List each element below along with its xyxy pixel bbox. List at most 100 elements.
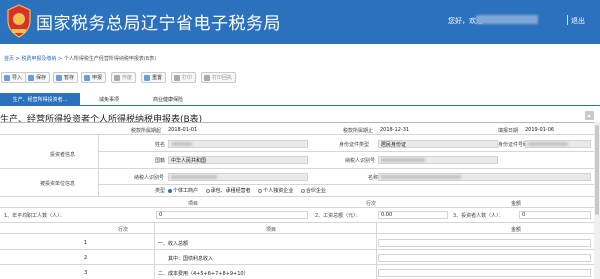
tab-health-insurance[interactable]: 商业健康保险	[140, 93, 196, 105]
table-row-no: 1	[84, 240, 88, 246]
declare-button[interactable]: 申报	[81, 72, 107, 83]
radio-type-1[interactable]	[205, 188, 210, 193]
col-amount-header: 金额	[511, 201, 522, 207]
unit-taxpayer-id-label: 纳税人识别号	[134, 175, 165, 181]
id-type-label: 身份证件类型	[339, 142, 370, 148]
grid-row-header: 行次	[118, 227, 129, 233]
investor-count-value: 0	[522, 212, 526, 218]
avg-employees-label: 1、年平均职工人数（人）：	[4, 213, 65, 219]
print-icon	[174, 74, 180, 81]
unit-taxpayer-id-redacted	[171, 175, 217, 179]
id-number-label: 身份证件号码	[498, 142, 529, 148]
name-label: 姓名	[155, 142, 166, 148]
app-header: 国家税务总局辽宁省电子税务局 您好，欢迎 退出	[0, 0, 600, 44]
reset-icon	[144, 74, 150, 81]
import-icon	[4, 74, 10, 81]
import-button[interactable]: 导入	[1, 72, 27, 83]
table-row-no: 3	[84, 270, 88, 276]
tab-bar: 生产、经营所得投资者... 减免事项 商业健康保险	[0, 93, 600, 106]
breadcrumb-sep: >	[15, 56, 20, 62]
breadcrumb-current: 个人所得税生产经营所得纳税申报表(B表)	[63, 56, 157, 62]
row-divider	[0, 233, 594, 234]
title-divider	[0, 122, 594, 123]
toolbar: 导入 保存 暂存 申报 作废 重置 打印 打印回执	[0, 70, 600, 86]
grid-amount-header: 金额	[511, 227, 522, 233]
row-divider	[0, 196, 594, 197]
site-title: 国家税务总局辽宁省电子税务局	[36, 14, 281, 34]
investor-count-field[interactable]	[519, 211, 591, 219]
logout-link[interactable]: 退出	[571, 16, 585, 26]
breadcrumb-level2[interactable]: 税费申报及缴纳	[21, 56, 56, 62]
col-divider	[154, 222, 155, 279]
row-divider	[0, 168, 594, 169]
period-start-label: 税款所属期起	[131, 128, 162, 134]
col-divider	[98, 168, 99, 196]
table-row-item: 二、成本费用（4+5+6+7+8+9+10）	[158, 271, 249, 277]
tab-exemptions[interactable]: 减免事项	[86, 93, 132, 105]
declare-icon	[84, 74, 90, 81]
row-divider	[0, 222, 594, 223]
nationality-value: 中华人民共和国	[171, 158, 207, 164]
invested-unit-label: 被投资单位信息	[40, 181, 76, 187]
save-icon	[28, 74, 34, 81]
taxpayer-id-redacted	[381, 158, 425, 162]
period-end-value: 2018-12-31	[380, 127, 410, 133]
tab-investor-declaration[interactable]: 生产、经营所得投资者...	[0, 93, 80, 105]
row-divider	[0, 134, 594, 135]
col-item-header: 项目	[188, 201, 199, 207]
unit-name-redacted	[381, 175, 461, 179]
period-end-label: 税款所属期止	[343, 128, 374, 134]
temp-save-icon	[56, 74, 62, 81]
void-button[interactable]: 作废	[111, 72, 137, 83]
tax-emblem-icon	[7, 4, 31, 38]
table-row-amount-field[interactable]	[378, 269, 591, 277]
table-row-item: 一、收入总额	[158, 241, 189, 247]
user-name-redacted	[476, 15, 538, 24]
radio-type-0[interactable]	[168, 188, 172, 193]
form-title: 生产、经营所得投资者个人所得税纳税申报表(B表)	[0, 115, 203, 125]
breadcrumb-home[interactable]: 首页	[4, 56, 14, 62]
save-button[interactable]: 保存	[25, 72, 51, 83]
nationality-label: 国籍	[155, 158, 166, 164]
type-radio-group: 个体工商户 承包、承租经营者 个人独资企业 合伙企业	[168, 187, 326, 194]
name-redacted	[172, 142, 192, 146]
id-type-value: 居民身份证	[381, 142, 407, 148]
row-divider	[0, 264, 594, 265]
table-row-amount-field[interactable]	[378, 239, 591, 247]
period-start-value: 2018-01-01	[168, 127, 198, 133]
investor-count-label: 3、投资者人数（人）：	[453, 213, 504, 219]
row-divider	[99, 151, 594, 152]
table-row-no: 2	[84, 255, 88, 261]
row-divider	[99, 184, 594, 185]
col-row-header: 行次	[366, 201, 377, 207]
fill-date-label: 填报日期	[498, 128, 519, 134]
scrollbar-thumb[interactable]	[595, 125, 599, 215]
avg-employees-field[interactable]	[156, 211, 308, 219]
breadcrumb-sep: >	[58, 56, 63, 62]
reset-button[interactable]: 重置	[141, 72, 167, 83]
id-number-redacted	[528, 142, 568, 146]
total-wages-value: 0.00	[381, 212, 393, 218]
fill-date-value: 2019-01-06	[525, 127, 555, 133]
row-divider	[0, 207, 594, 208]
void-icon	[114, 74, 120, 81]
unit-name-label: 名称	[368, 175, 379, 181]
taxpayer-id-label: 纳税人识别号	[345, 158, 376, 164]
investor-info-label: 投资者信息	[50, 152, 76, 158]
temp-save-button[interactable]: 暂存	[53, 72, 79, 83]
print-button[interactable]: 打印	[171, 72, 197, 83]
print-receipt-icon	[204, 74, 210, 81]
print-receipt-button[interactable]: 打印回执	[201, 72, 237, 83]
radio-type-2[interactable]	[258, 188, 263, 193]
col-divider	[376, 222, 377, 279]
table-row-item: 其中：国债利息收入	[168, 256, 214, 262]
breadcrumb: 首页 > 税费申报及缴纳 > 个人所得税生产经营所得纳税申报表(B表)	[4, 55, 156, 62]
header-divider	[567, 15, 568, 25]
radio-type-3[interactable]	[300, 188, 305, 193]
total-wages-label: 2、工资总额（元）：	[315, 213, 361, 219]
grid-item-header: 项目	[266, 227, 277, 233]
avg-employees-value: 0	[159, 212, 163, 218]
collapse-button[interactable]	[585, 111, 594, 120]
table-row-amount-field[interactable]	[378, 254, 591, 262]
row-divider	[0, 249, 594, 250]
